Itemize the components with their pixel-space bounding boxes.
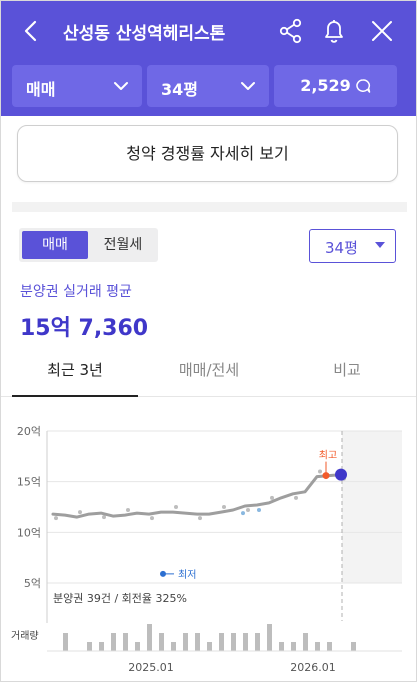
scatter-point (198, 516, 202, 521)
volume-bar (171, 642, 176, 651)
xtick-label: 2025.01 (128, 661, 174, 674)
comment-bubble-icon (356, 79, 371, 93)
trade-segment: 매매 전월세 (19, 228, 158, 262)
size-dropdown[interactable]: 34평 (309, 229, 396, 263)
volume-bar (111, 633, 116, 651)
volume-bar (243, 633, 248, 651)
comment-count-button[interactable]: 2,529 (274, 65, 397, 107)
volume-bar (219, 633, 224, 651)
tab-recent-3y[interactable]: 최근 3년 (12, 353, 138, 397)
volume-bar (291, 642, 296, 651)
price-chart: 20억 15억 10억 5억 최고최저분양권 39건 / 회전율 325% 거래량 2025… (1, 411, 416, 681)
volume-bar (123, 633, 128, 651)
volume-bar (231, 633, 236, 651)
ytick-label: 10억 (17, 526, 41, 539)
scatter-point (270, 495, 274, 500)
ytick-label: 15억 (17, 476, 41, 489)
filter-row: 매매 34평 2,529 (1, 65, 416, 107)
volume-bar (279, 642, 284, 651)
segment-sale[interactable]: 매매 (22, 231, 88, 259)
volume-bar (303, 633, 308, 651)
ytick-label: 20억 (17, 425, 41, 438)
volume-bar (147, 624, 152, 651)
chevron-down-icon (241, 82, 255, 90)
scatter-point (78, 510, 82, 515)
top-bar: 산성동 산성역헤리스톤 (1, 1, 416, 61)
scatter-point (318, 469, 322, 474)
volume-bar (267, 624, 272, 651)
volume-bar (183, 633, 188, 651)
scatter-point (174, 505, 178, 509)
chart-footnote: 분양권 39건 / 회전율 325% (53, 592, 187, 605)
scatter-point (246, 508, 250, 513)
comment-count: 2,529 (300, 76, 351, 95)
volume-bar (207, 642, 212, 651)
volume-bar (255, 633, 260, 651)
chart-shade (342, 431, 402, 583)
xtick-label: 2026.01 (290, 661, 336, 674)
volume-bar (135, 642, 140, 651)
scatter-point (294, 495, 298, 500)
size-dropdown-label: 34평 (325, 239, 358, 257)
volume-label: 거래량 (11, 630, 39, 642)
price-line (51, 473, 343, 519)
size-label: 34평 (161, 80, 198, 99)
volume-bar (327, 642, 332, 651)
volume-bar (315, 642, 320, 651)
volume-bar (63, 633, 68, 651)
volume-bar (87, 642, 92, 651)
min-label: 최저 (178, 569, 196, 581)
section-divider (12, 202, 407, 212)
share-icon[interactable] (277, 17, 305, 45)
average-value: 15억 7,360 (20, 316, 149, 341)
scatter-point (257, 508, 261, 513)
page-title: 산성동 산성역헤리스톤 (63, 24, 226, 44)
subscription-rate-button[interactable]: 청약 경쟁률 자세히 보기 (17, 125, 398, 182)
volume-bar (351, 642, 356, 651)
close-icon[interactable] (368, 17, 396, 45)
size-select[interactable]: 34평 (147, 65, 269, 107)
caret-down-icon (375, 242, 385, 248)
chevron-left-icon[interactable] (19, 19, 43, 43)
trade-type-label: 매매 (26, 80, 56, 99)
min-marker (160, 570, 166, 577)
scatter-point (126, 508, 130, 513)
header: 산성동 산성역헤리스톤 매매 34평 2,529 (1, 1, 416, 116)
max-marker (322, 472, 330, 480)
ytick-label: 5억 (24, 577, 41, 590)
current-marker (335, 468, 347, 481)
scatter-point (241, 511, 245, 516)
chevron-down-icon (114, 82, 128, 90)
bell-icon[interactable] (320, 17, 348, 45)
tab-sale-rent[interactable]: 매매/전세 (141, 353, 277, 397)
app-frame: 산성동 산성역헤리스톤 매매 34평 2,529 청약 경쟁률 자세히 보기 매… (0, 0, 417, 682)
volume-bar (159, 633, 164, 651)
price-chart-svg: 20억 15억 10억 5억 최고최저분양권 39건 / 회전율 325% 거래량 2025… (11, 425, 402, 674)
tab-compare[interactable]: 비교 (281, 353, 413, 397)
trade-type-select[interactable]: 매매 (12, 65, 142, 107)
chart-tabs: 최근 3년 매매/전세 비교 (1, 353, 416, 397)
volume-bar (195, 633, 200, 651)
segment-rent[interactable]: 전월세 (91, 231, 155, 259)
max-label: 최고 (319, 450, 337, 462)
scatter-point (222, 505, 226, 509)
scatter-point (54, 516, 58, 521)
volume-bar (99, 642, 104, 651)
scatter-point (150, 516, 154, 521)
average-label: 분양권 실거래 평균 (20, 284, 132, 300)
